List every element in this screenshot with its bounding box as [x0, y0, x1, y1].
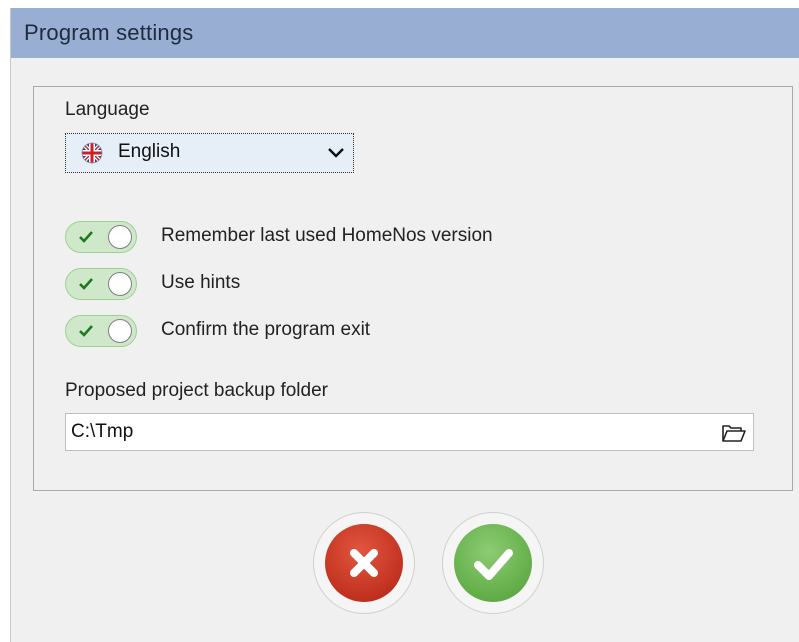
ok-button[interactable]	[442, 512, 544, 614]
use-hints-label: Use hints	[161, 272, 241, 293]
check-icon	[79, 278, 93, 290]
x-icon	[350, 549, 378, 577]
cancel-button[interactable]	[313, 512, 415, 614]
title-bar[interactable]: Program settings	[11, 8, 799, 58]
backup-folder-field[interactable]: C:\Tmp	[65, 413, 754, 451]
check-icon	[79, 231, 93, 243]
confirm-exit-label: Confirm the program exit	[161, 319, 371, 340]
toggle-knob	[108, 225, 132, 249]
chevron-down-icon	[328, 148, 344, 158]
window-title: Program settings	[24, 20, 194, 45]
option-row-confirm-exit: Confirm the program exit	[65, 315, 665, 349]
backup-folder-value: C:\Tmp	[71, 421, 134, 442]
check-icon	[79, 325, 93, 337]
settings-window: Program settings Language English Rememb…	[10, 8, 799, 642]
option-row-use-hints: Use hints	[65, 268, 665, 302]
option-row-remember-version: Remember last used HomeNos version	[65, 221, 665, 255]
language-select[interactable]: English	[65, 133, 354, 173]
confirm-exit-toggle[interactable]	[65, 315, 137, 347]
remember-version-toggle[interactable]	[65, 221, 137, 253]
toggle-knob	[108, 319, 132, 343]
ok-button-face	[454, 524, 532, 602]
language-value: English	[118, 141, 181, 162]
use-hints-toggle[interactable]	[65, 268, 137, 300]
cancel-button-face	[325, 524, 403, 602]
language-label: Language	[65, 99, 150, 120]
backup-folder-label: Proposed project backup folder	[65, 380, 328, 401]
remember-version-label: Remember last used HomeNos version	[161, 225, 493, 246]
toggle-knob	[108, 272, 132, 296]
folder-open-icon[interactable]	[721, 422, 747, 444]
settings-panel: Language English Remember last used Home…	[33, 86, 793, 491]
checkmark-icon	[474, 549, 513, 580]
uk-flag-icon	[81, 142, 103, 164]
